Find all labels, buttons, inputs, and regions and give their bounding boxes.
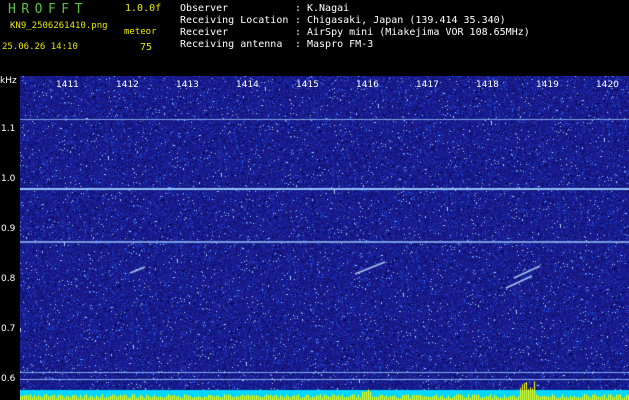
minute-tick: 1420 [596,80,619,90]
minute-tick: 1415 [296,80,319,90]
info-value: Maspro FM-3 [307,39,374,50]
freq-tick: 0.6 [1,374,16,384]
minute-tick: 1416 [356,80,379,90]
freq-tick: 0.7 [1,324,16,334]
minute-axis: 1411 1412 1413 1414 1415 1416 1417 1418 … [20,80,620,94]
file-name: KN9_2506261410.png [10,21,108,31]
freq-tick: 0.8 [1,274,16,284]
timestamp: 25.06.26 14:10 [2,42,78,52]
freq-tick: 0.9 [1,224,16,234]
app-version: 1.0.0f [125,3,162,14]
info-row-receiver: Receiver: AirSpy mini (Miakejima VOR 108.… [180,27,530,38]
meteor-label: meteor [124,27,157,37]
info-row-location: Receiving Location: Chigasaki, Japan (139… [180,15,506,26]
info-row-observer: Observer: K.Nagai [180,3,350,14]
info-label: Observer [180,3,229,14]
info-value: Chigasaki, Japan (139.414 35.340) [307,15,506,26]
minute-tick: 1414 [236,80,259,90]
header-panel: HROFFT 1.0.0f KN9_2506261410.png meteor … [0,0,629,76]
info-label: Receiver [180,27,229,38]
minute-tick: 1411 [56,80,79,90]
minute-tick: 1413 [176,80,199,90]
minute-tick: 1417 [416,80,439,90]
minute-tick: 1419 [536,80,559,90]
freq-tick: 1.1 [1,124,16,134]
meteor-count: 75 [140,42,153,53]
freq-tick: 1.0 [1,174,16,184]
info-row-antenna: Receiving antenna: Maspro FM-3 [180,39,374,50]
spectrogram-waterfall [20,76,629,400]
info-label: Receiving Location [180,15,289,26]
info-value: K.Nagai [307,3,350,14]
frequency-unit: kHz [0,76,17,86]
minute-tick: 1412 [116,80,139,90]
app-title: HROFFT [8,2,88,17]
frequency-axis: kHz 1.1 1.0 0.9 0.8 0.7 0.6 [0,76,20,400]
info-label: Receiving antenna [180,39,283,50]
minute-tick: 1418 [476,80,499,90]
info-value: AirSpy mini (Miakejima VOR 108.65MHz) [307,27,530,38]
